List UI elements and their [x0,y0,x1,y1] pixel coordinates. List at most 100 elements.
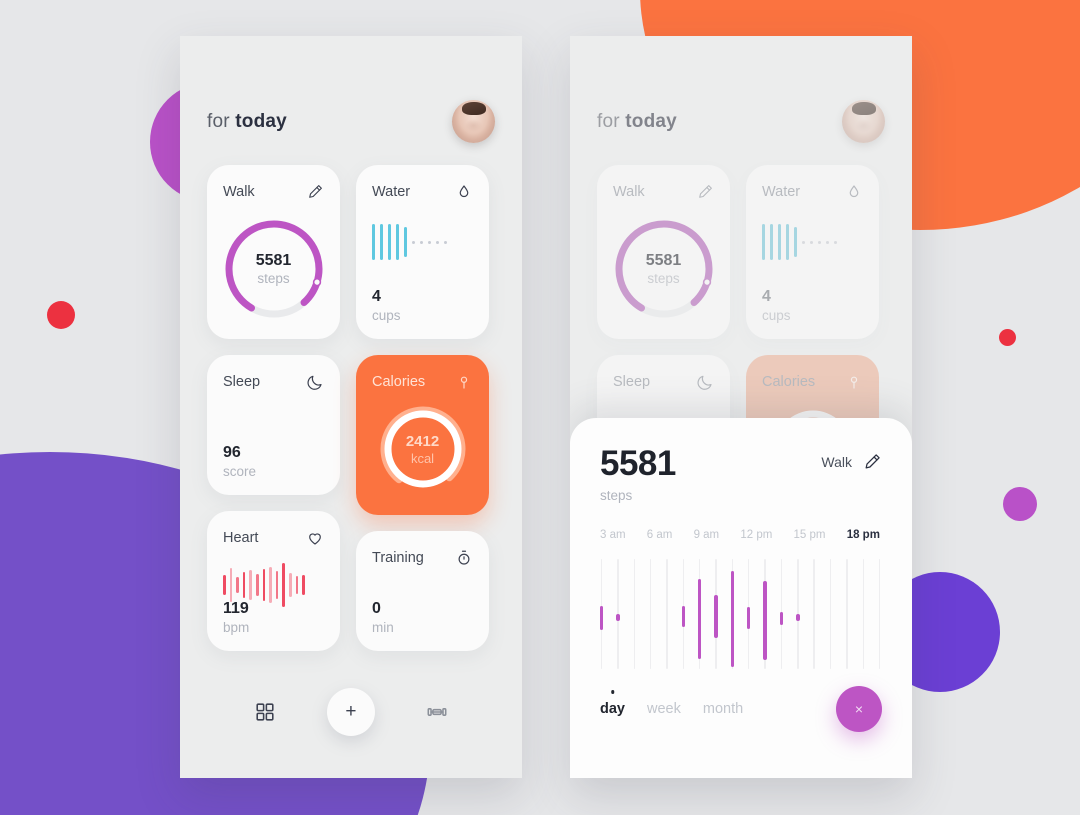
chart-slot[interactable] [649,559,653,669]
water-bar-empty [428,240,431,244]
water-bar-filled [388,224,391,260]
chart-track [650,559,652,669]
range-option-month[interactable]: month [703,701,743,717]
chart-slot[interactable] [633,559,637,669]
title-bold: today [235,110,287,132]
chart-tick: 9 am [693,529,720,541]
app-header: for today [207,36,495,165]
calories-value: 2412 [405,432,440,450]
water-bar-empty [412,240,415,244]
detail-kind-group[interactable]: Walk [821,446,882,472]
card-water-header-dimmed: Water [762,183,863,201]
water-bar-empty [834,240,837,244]
screenshot-canvas: for today Walk 5581 steps Sleep 96 score… [0,0,1080,815]
chart-slot[interactable] [665,559,669,669]
stopwatch-icon[interactable] [455,549,473,567]
card-water-dimmed[interactable]: Water 4 cups [746,165,879,339]
card-walk-dimmed[interactable]: Walk 5581 steps [597,165,730,339]
chart-slot[interactable] [829,559,833,669]
heart-wave-bar [288,573,292,597]
avatar-dimmed[interactable] [842,100,885,143]
app-header-dimmed: for today [597,36,885,165]
chart-slot[interactable] [862,559,866,669]
card-sleep-header: Sleep [223,373,324,391]
steps-bar-chart[interactable] [600,559,882,669]
dumbbell-icon[interactable] [426,701,448,723]
chart-slot[interactable] [616,559,620,669]
sleep-stat: 96 score [223,443,256,481]
chart-bar [779,611,784,625]
droplet-icon[interactable] [455,183,473,201]
sleep-unit: score [223,464,257,480]
pencil-icon[interactable] [696,183,714,201]
chart-bar [681,606,686,628]
heart-wave-bar [242,572,246,598]
water-bar-empty [818,240,821,244]
avatar[interactable] [452,100,495,143]
card-calories[interactable]: Calories 2412 kcal [356,355,489,515]
chart-slot[interactable] [779,559,784,669]
card-water[interactable]: Water 4 cups [356,165,489,339]
heart-wave-bar [255,574,259,596]
water-unit: cups [372,308,401,324]
card-training[interactable]: Training 0 min [356,531,489,651]
card-heart[interactable]: Heart 119 bpm [207,511,340,651]
droplet-icon[interactable] [845,183,863,201]
chart-slot[interactable] [730,559,735,669]
chart-track [633,559,636,669]
chart-bar [730,571,735,667]
card-calories-title: Calories [372,374,426,390]
chart-slot[interactable] [681,559,686,669]
water-level-indicator [372,223,473,261]
calories-ring-center: 2412 kcal [377,403,469,495]
dashboard-screen: for today Walk 5581 steps Sleep 96 score… [180,36,522,778]
heart-wave-bar [229,568,233,602]
water-bar-filled [380,224,383,260]
phone-detail: for today Walk 5581 steps Sleep Water 4 … [570,36,912,778]
water-bar-filled [396,224,399,260]
chart-bar [747,607,751,630]
water-bar-empty [436,240,439,244]
sleep-value: 96 [223,444,241,462]
heart-icon[interactable] [306,529,324,547]
heart-wave-bar [236,577,239,593]
chart-slot[interactable] [698,559,702,669]
close-button[interactable]: × [836,686,882,732]
add-button[interactable]: + [326,688,375,736]
chart-slot[interactable] [763,559,767,669]
card-calories-header-dimmed: Calories [762,373,863,391]
chart-slot[interactable] [796,559,800,669]
grid-icon[interactable] [254,701,276,723]
chart-slot[interactable] [878,559,882,669]
range-option-week[interactable]: week [647,701,681,717]
chart-track [862,559,864,669]
card-sleep[interactable]: Sleep 96 score [207,355,340,495]
heart-stat: 119 bpm [223,599,249,637]
water-bar-filled [372,224,375,260]
water-bar-empty [802,240,805,244]
chart-bar [714,595,718,639]
heart-wave-bar [275,571,279,599]
moon-icon[interactable] [696,373,714,391]
water-bar-filled [778,224,781,260]
card-calories-title-dimmed: Calories [762,374,816,390]
training-stat: 0 min [372,599,394,637]
card-walk[interactable]: Walk 5581 steps [207,165,340,339]
pencil-icon[interactable] [862,452,882,472]
chart-slot[interactable] [714,559,718,669]
chart-slot[interactable] [845,559,849,669]
chart-tick: 6 am [646,529,673,541]
detail-sheet-footer: day week month × [600,686,882,732]
chart-slot[interactable] [812,559,816,669]
pencil-icon[interactable] [306,183,324,201]
range-option-day[interactable]: day [600,701,625,717]
moon-icon[interactable] [306,373,324,391]
chart-slot[interactable] [600,559,604,669]
chart-slot[interactable] [747,559,751,669]
location-icon[interactable] [845,373,863,391]
decor-purple-dot-right [1003,487,1037,521]
card-heart-header: Heart [223,529,324,547]
metric-card-grid: Walk 5581 steps Sleep 96 score Heart 119… [207,165,495,651]
water-bar-filled [794,227,797,257]
location-icon[interactable] [455,373,473,391]
